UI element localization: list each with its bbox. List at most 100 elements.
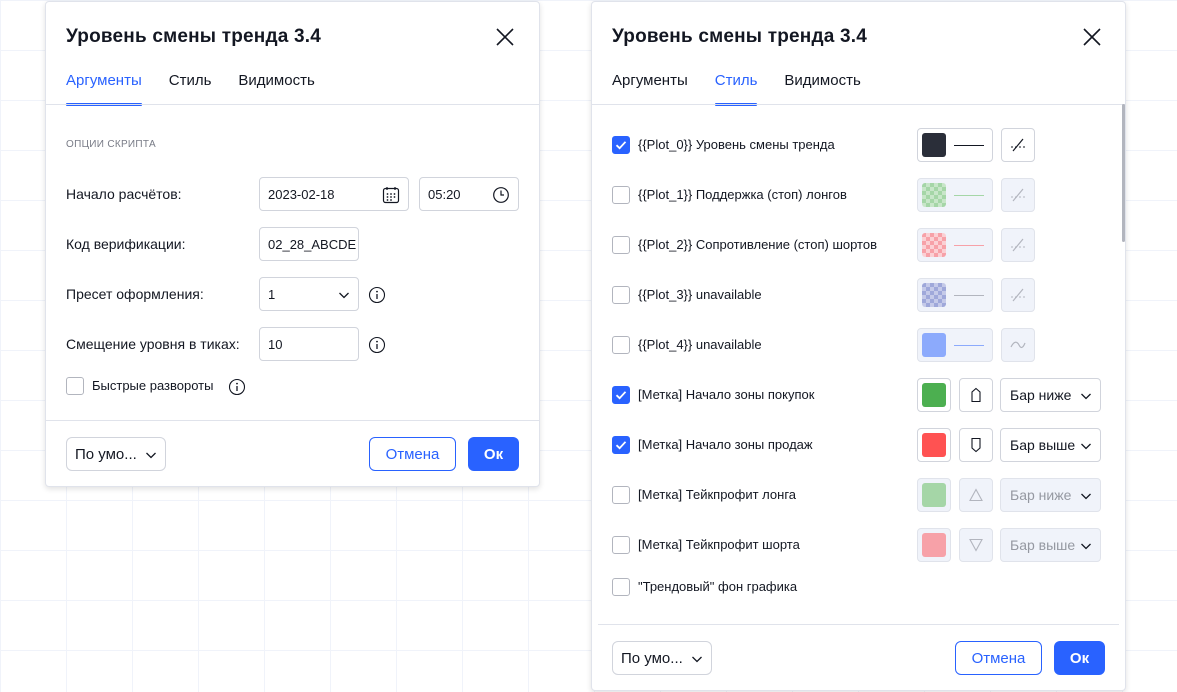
chevron-down-icon — [1081, 493, 1091, 500]
label-tp-short-location[interactable]: Бар выше — [1000, 528, 1101, 562]
line-sample — [954, 145, 984, 146]
start-time-value: 05:20 — [428, 186, 461, 202]
label-tp-long-location[interactable]: Бар ниже — [1000, 478, 1101, 512]
label-tp-short-shape[interactable] — [959, 528, 993, 562]
label-tp-short-checkbox[interactable] — [612, 536, 630, 554]
color-swatch — [922, 283, 946, 307]
label-up-icon — [971, 387, 981, 403]
plot-0-label: {{Plot_0}} Уровень смены тренда — [638, 137, 835, 152]
defaults-label: По умо... — [75, 445, 137, 463]
plot-1-label: {{Plot_1}} Поддержка (стоп) лонгов — [638, 187, 847, 202]
plot-1-color-line-picker[interactable] — [917, 178, 993, 212]
start-time-input[interactable]: 05:20 — [419, 177, 519, 211]
code-input[interactable]: 02_28_ABCDE — [259, 227, 359, 261]
close-button[interactable] — [1081, 26, 1103, 48]
divider — [46, 104, 539, 105]
dialog-title: Уровень смены тренда 3.4 — [612, 26, 867, 47]
plot-2-color-line-picker[interactable] — [917, 228, 993, 262]
plot-4-color-line-picker[interactable] — [917, 328, 993, 362]
chevron-down-icon — [146, 452, 156, 459]
label-sell-zone-shape[interactable] — [959, 428, 993, 462]
clock-icon[interactable] — [492, 186, 510, 204]
plot-0-pricescale-button[interactable] — [1001, 128, 1035, 162]
chevron-down-icon — [339, 292, 349, 299]
label-sell-zone-location[interactable]: Бар выше — [1000, 428, 1101, 462]
plot-3-checkbox[interactable] — [612, 286, 630, 304]
line-sample — [954, 245, 984, 246]
preset-label: Пресет оформления: — [66, 286, 204, 302]
plot-1-checkbox[interactable] — [612, 186, 630, 204]
tab-visibility[interactable]: Видимость — [784, 72, 860, 106]
close-button[interactable] — [494, 26, 516, 48]
price-line-icon — [1011, 188, 1025, 202]
tab-arguments[interactable]: Аргументы — [66, 72, 142, 106]
divider — [598, 624, 1119, 625]
fast-reversals-checkbox[interactable] — [66, 377, 84, 395]
start-date-value: 2023-02-18 — [268, 186, 335, 202]
dialog-title: Уровень смены тренда 3.4 — [66, 26, 321, 47]
tab-bar: Аргументы Стиль Видимость — [66, 72, 342, 106]
triangle-down-icon — [969, 538, 983, 552]
scrollbar[interactable] — [1122, 104, 1125, 242]
fast-reversals-label: Быстрые развороты — [92, 378, 214, 393]
color-swatch — [922, 133, 946, 157]
plot-0-color-line-picker[interactable] — [917, 128, 993, 162]
tab-visibility[interactable]: Видимость — [238, 72, 314, 106]
dialog-style: Уровень смены тренда 3.4 Аргументы Стиль… — [591, 1, 1126, 691]
tab-style[interactable]: Стиль — [169, 72, 212, 106]
info-icon[interactable] — [228, 378, 246, 396]
color-swatch — [922, 233, 946, 257]
cancel-button[interactable]: Отмена — [369, 437, 456, 471]
offset-input[interactable]: 10 — [259, 327, 359, 361]
triangle-up-icon — [969, 488, 983, 502]
color-swatch — [922, 433, 946, 457]
trend-background-checkbox[interactable] — [612, 578, 630, 596]
label-sell-zone-checkbox[interactable] — [612, 436, 630, 454]
label-buy-zone-color[interactable] — [917, 378, 951, 412]
info-icon[interactable] — [368, 336, 386, 354]
checkmark-icon — [615, 141, 627, 150]
plot-3-pricescale-button[interactable] — [1001, 278, 1035, 312]
label-tp-short-color[interactable] — [917, 528, 951, 562]
plot-1-pricescale-button[interactable] — [1001, 178, 1035, 212]
divider — [46, 420, 539, 421]
label-buy-zone-shape[interactable] — [959, 378, 993, 412]
plot-4-checkbox[interactable] — [612, 336, 630, 354]
line-sample — [954, 345, 984, 346]
label-buy-zone-checkbox[interactable] — [612, 386, 630, 404]
plot-4-style-button[interactable] — [1001, 328, 1035, 362]
start-date-input[interactable]: 2023-02-18 — [259, 177, 409, 211]
tab-bar: Аргументы Стиль Видимость — [612, 72, 888, 106]
defaults-button[interactable]: По умо... — [66, 437, 166, 471]
label-sell-zone-color[interactable] — [917, 428, 951, 462]
color-swatch — [922, 533, 946, 557]
ok-button[interactable]: Ок — [468, 437, 519, 471]
plot-3-color-line-picker[interactable] — [917, 278, 993, 312]
close-icon — [496, 28, 514, 46]
defaults-button[interactable]: По умо... — [612, 641, 712, 675]
tab-arguments[interactable]: Аргументы — [612, 72, 688, 106]
preset-select[interactable]: 1 — [259, 277, 359, 311]
location-value: Бар ниже — [1010, 387, 1072, 403]
tab-style[interactable]: Стиль — [714, 72, 757, 106]
line-sample — [954, 195, 984, 196]
start-label: Начало расчётов: — [66, 186, 182, 202]
checkmark-icon — [615, 391, 627, 400]
cancel-button[interactable]: Отмена — [955, 641, 1042, 675]
label-tp-long-color[interactable] — [917, 478, 951, 512]
section-title: ОПЦИИ СКРИПТА — [66, 139, 156, 150]
location-value: Бар выше — [1010, 437, 1076, 453]
plot-2-checkbox[interactable] — [612, 236, 630, 254]
label-tp-long-shape[interactable] — [959, 478, 993, 512]
label-buy-zone-location[interactable]: Бар ниже — [1000, 378, 1101, 412]
chevron-down-icon — [692, 656, 702, 663]
chevron-down-icon — [1081, 443, 1091, 450]
divider — [592, 104, 1125, 105]
plot-2-pricescale-button[interactable] — [1001, 228, 1035, 262]
plot-0-checkbox[interactable] — [612, 136, 630, 154]
ok-button[interactable]: Ок — [1054, 641, 1105, 675]
calendar-icon[interactable] — [382, 186, 400, 204]
label-tp-long-checkbox[interactable] — [612, 486, 630, 504]
color-swatch — [922, 333, 946, 357]
info-icon[interactable] — [368, 286, 386, 304]
